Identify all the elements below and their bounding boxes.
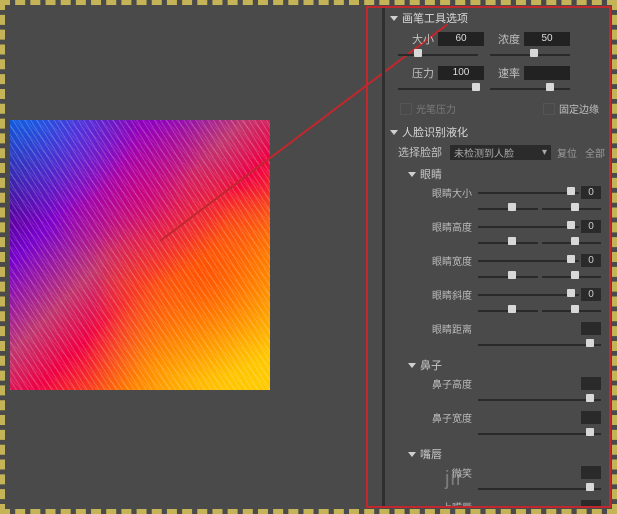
eyes-value-3[interactable]: 0 <box>581 288 601 301</box>
eyes-label-0: 眼睛大小 <box>420 185 476 200</box>
slider[interactable] <box>542 308 602 314</box>
nose-title: 鼻子 <box>420 357 442 373</box>
nose-header[interactable]: 鼻子 <box>406 357 607 373</box>
slider[interactable] <box>478 206 538 212</box>
density-slider[interactable] <box>490 52 570 58</box>
chevron-down-icon: ▾ <box>542 147 547 158</box>
pressure-input[interactable]: 100 <box>438 66 484 80</box>
eyes-slider-2-l[interactable] <box>478 258 579 264</box>
disclosure-triangle-icon <box>390 130 398 135</box>
nose-label-1: 鼻子宽度 <box>420 410 476 425</box>
eyes-header[interactable]: 眼睛 <box>406 166 607 182</box>
nose-value-0[interactable] <box>581 377 601 390</box>
eyes-label-3: 眼睛斜度 <box>420 287 476 302</box>
slider[interactable] <box>542 240 602 246</box>
eyes-label-1: 眼睛高度 <box>420 219 476 234</box>
liquify-panel: 画笔工具选项 大小 60 浓度 50 压力 100 速率 光笔压力 固定边缘 人… <box>388 8 607 506</box>
rate-slider[interactable] <box>490 86 570 92</box>
size-label: 大小 <box>398 31 438 47</box>
checkbox-icon <box>400 103 412 115</box>
mouth-label-0: 微笑 <box>420 465 476 480</box>
face-aware-header[interactable]: 人脸识别液化 <box>388 125 607 139</box>
disclosure-triangle-icon <box>390 16 398 21</box>
eyes-value-0[interactable]: 0 <box>581 186 601 199</box>
slider[interactable] <box>542 206 602 212</box>
mouth-label-1: 上嘴唇 <box>420 499 476 506</box>
rate-input[interactable] <box>524 66 570 80</box>
eyes-value-4[interactable] <box>581 322 601 335</box>
mouth-value-0[interactable] <box>581 466 601 479</box>
mouth-header[interactable]: 嘴唇 <box>406 446 607 462</box>
rate-label: 速率 <box>484 65 524 81</box>
brush-options-title: 画笔工具选项 <box>402 10 468 26</box>
disclosure-triangle-icon <box>408 172 416 177</box>
nose-label-0: 鼻子高度 <box>420 376 476 391</box>
eyes-slider-0-l[interactable] <box>478 190 579 196</box>
nose-slider-0[interactable] <box>478 397 601 403</box>
panel-divider <box>382 8 385 506</box>
size-input[interactable]: 60 <box>438 32 484 46</box>
select-face-label: 选择脸部 <box>398 144 446 160</box>
canvas[interactable] <box>10 120 270 390</box>
lock-edge-check[interactable]: 固定边缘 <box>543 101 599 116</box>
slider[interactable] <box>478 308 538 314</box>
density-label: 浓度 <box>484 31 524 47</box>
mouth-value-1[interactable] <box>581 500 601 506</box>
pressure-label: 压力 <box>398 65 438 81</box>
eyes-label-2: 眼睛宽度 <box>420 253 476 268</box>
eyes-slider-4[interactable] <box>478 342 601 348</box>
pressure-slider[interactable] <box>398 86 478 92</box>
slider[interactable] <box>478 240 538 246</box>
light-pressure-check[interactable]: 光笔压力 <box>400 101 456 116</box>
eyes-value-1[interactable]: 0 <box>581 220 601 233</box>
slider[interactable] <box>478 274 538 280</box>
reset-button[interactable]: 复位 <box>555 145 579 160</box>
mouth-slider-0[interactable] <box>478 486 601 492</box>
mouth-title: 嘴唇 <box>420 446 442 462</box>
face-aware-title: 人脸识别液化 <box>402 124 468 140</box>
select-face-dropdown[interactable]: 未检测到人脸 ▾ <box>450 145 551 160</box>
checkbox-icon <box>543 103 555 115</box>
nose-slider-1[interactable] <box>478 431 601 437</box>
disclosure-triangle-icon <box>408 452 416 457</box>
eyes-title: 眼睛 <box>420 166 442 182</box>
disclosure-triangle-icon <box>408 363 416 368</box>
all-button[interactable]: 全部 <box>583 145 607 160</box>
nose-value-1[interactable] <box>581 411 601 424</box>
eyes-label-4: 眼睛距离 <box>420 321 476 336</box>
brush-options-header[interactable]: 画笔工具选项 <box>388 11 607 25</box>
eyes-slider-3-l[interactable] <box>478 292 579 298</box>
slider[interactable] <box>542 274 602 280</box>
size-slider[interactable] <box>398 52 478 58</box>
eyes-value-2[interactable]: 0 <box>581 254 601 267</box>
density-input[interactable]: 50 <box>524 32 570 46</box>
eyes-slider-1-l[interactable] <box>478 224 579 230</box>
